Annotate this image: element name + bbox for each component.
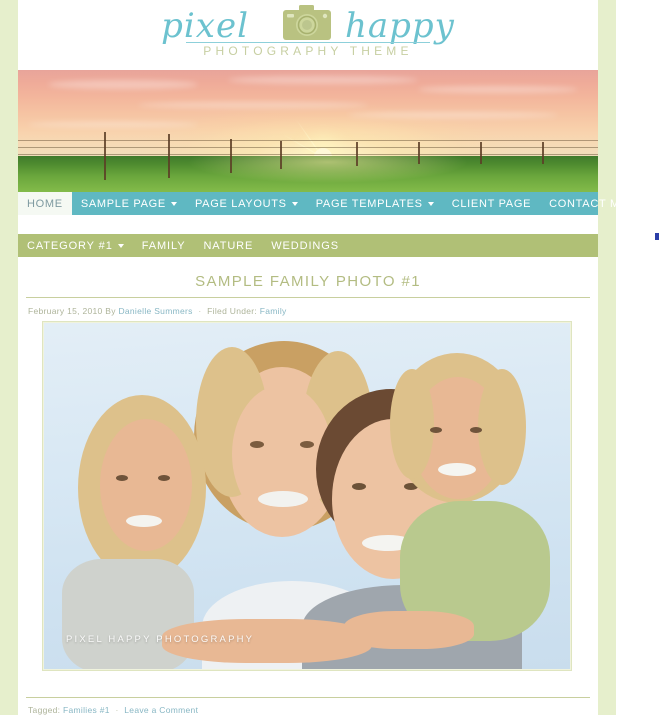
filed-under-label: Filed Under: [207, 306, 258, 316]
post-tag-link[interactable]: Families #1 [63, 705, 110, 715]
secondary-navigation[interactable]: CATEGORY #1 FAMILY NATURE WEDDINGS [18, 234, 598, 257]
photo-shape [258, 491, 308, 507]
post-image: PIXEL HAPPY PHOTOGRAPHY [44, 323, 570, 669]
nav-item-page-layouts[interactable]: PAGE LAYOUTS [186, 192, 307, 215]
photo-shape [158, 475, 170, 481]
chevron-down-icon [170, 201, 177, 206]
banner-cloud [418, 86, 578, 93]
site-logo[interactable]: pixel happy PHOTOGRAPHY THEME [158, 4, 458, 64]
logo-word-happy: happy [344, 6, 455, 46]
chevron-down-icon [291, 201, 298, 206]
nav-item-home[interactable]: HOME [18, 192, 72, 215]
nav-item-label: PAGE LAYOUTS [194, 197, 287, 210]
nav-item-contact-me[interactable]: CONTACT ME [540, 192, 637, 215]
primary-nav-list: HOME SAMPLE PAGE PAGE LAYOUTS PAGE TEMPL… [18, 192, 627, 215]
photo-shape [390, 369, 434, 479]
nav-item-label: WEDDINGS [271, 239, 339, 252]
nav-item-label: FAMILY [141, 239, 186, 252]
photo-shape [300, 441, 314, 448]
post-category-link[interactable]: Family [260, 306, 287, 316]
photo-shape [430, 427, 442, 433]
nav-item-label: SAMPLE PAGE [80, 197, 166, 210]
photo-shape [100, 419, 192, 551]
nav-item-client-page[interactable]: CLIENT PAGE [443, 192, 540, 215]
photo-shape [344, 611, 474, 649]
nav-item-page-templates[interactable]: PAGE TEMPLATES [307, 192, 443, 215]
nav-item-family[interactable]: FAMILY [133, 234, 195, 257]
post-meta: February 15, 2010 By Danielle Summers · … [18, 298, 598, 316]
photo-shape [126, 515, 162, 527]
banner-fence-post [104, 132, 106, 180]
secondary-nav-list: CATEGORY #1 FAMILY NATURE WEDDINGS [18, 234, 598, 257]
post-by-label: By [105, 306, 116, 316]
leave-comment-link[interactable]: Leave a Comment [124, 705, 198, 715]
banner-cloud [348, 112, 558, 118]
post-author-link[interactable]: Danielle Summers [118, 306, 192, 316]
tagged-label: Tagged: [28, 705, 61, 715]
site-header: pixel happy PHOTOGRAPHY THEME [18, 0, 598, 70]
browser-page: pixel happy PHOTOGRAPHY THEME HOME SAMPL… [0, 0, 660, 715]
cursor-marker [655, 233, 659, 240]
banner-fence-post [418, 142, 420, 164]
nav-item-label: NATURE [203, 239, 254, 252]
nav-spacer [18, 215, 598, 234]
photo-shape [438, 463, 476, 476]
post-date: February 15, 2010 [28, 306, 103, 316]
nav-item-label: PAGE TEMPLATES [315, 197, 423, 210]
banner-fence-post [280, 141, 282, 169]
banner-cloud [48, 80, 198, 89]
banner-cloud [138, 102, 368, 108]
photo-shape [478, 369, 526, 485]
banner-cloud [228, 76, 418, 84]
photo-shape [250, 441, 264, 448]
image-watermark: PIXEL HAPPY PHOTOGRAPHY [66, 634, 255, 645]
nav-item-nature[interactable]: NATURE [194, 234, 262, 257]
header-banner-image [18, 70, 598, 192]
banner-fence-post [542, 142, 544, 164]
primary-navigation[interactable]: HOME SAMPLE PAGE PAGE LAYOUTS PAGE TEMPL… [18, 192, 627, 215]
photo-shape [116, 475, 128, 481]
photo-shape [470, 427, 482, 433]
footer-divider [26, 697, 590, 698]
banner-fence-post [480, 142, 482, 164]
banner-cloud [28, 122, 198, 127]
camera-icon [280, 4, 334, 44]
logo-tagline: PHOTOGRAPHY THEME [203, 44, 413, 58]
nav-item-label: CLIENT PAGE [451, 197, 532, 210]
nav-item-sample-page[interactable]: SAMPLE PAGE [72, 192, 186, 215]
main-content: SAMPLE FAMILY PHOTO #1 February 15, 2010… [18, 257, 598, 715]
meta-separator: · [198, 306, 202, 316]
nav-item-label: CATEGORY #1 [27, 239, 113, 252]
photo-shape [352, 483, 366, 490]
chevron-down-icon [117, 243, 124, 248]
footer-separator: · [115, 705, 119, 715]
nav-item-weddings[interactable]: WEDDINGS [262, 234, 348, 257]
chevron-down-icon [427, 201, 434, 206]
banner-fence-post [230, 139, 232, 173]
nav-item-category-1[interactable]: CATEGORY #1 [18, 234, 133, 257]
post-footer-meta: Tagged: Families #1 · Leave a Comment [28, 705, 198, 715]
banner-fence-post [168, 134, 170, 178]
page-title: SAMPLE FAMILY PHOTO #1 [195, 273, 421, 290]
nav-item-label: HOME [27, 197, 63, 210]
nav-item-label: CONTACT ME [549, 197, 628, 210]
post-image-frame[interactable]: PIXEL HAPPY PHOTOGRAPHY [42, 321, 572, 671]
logo-word-pixel: pixel [161, 6, 249, 46]
banner-fence-post [356, 142, 358, 166]
